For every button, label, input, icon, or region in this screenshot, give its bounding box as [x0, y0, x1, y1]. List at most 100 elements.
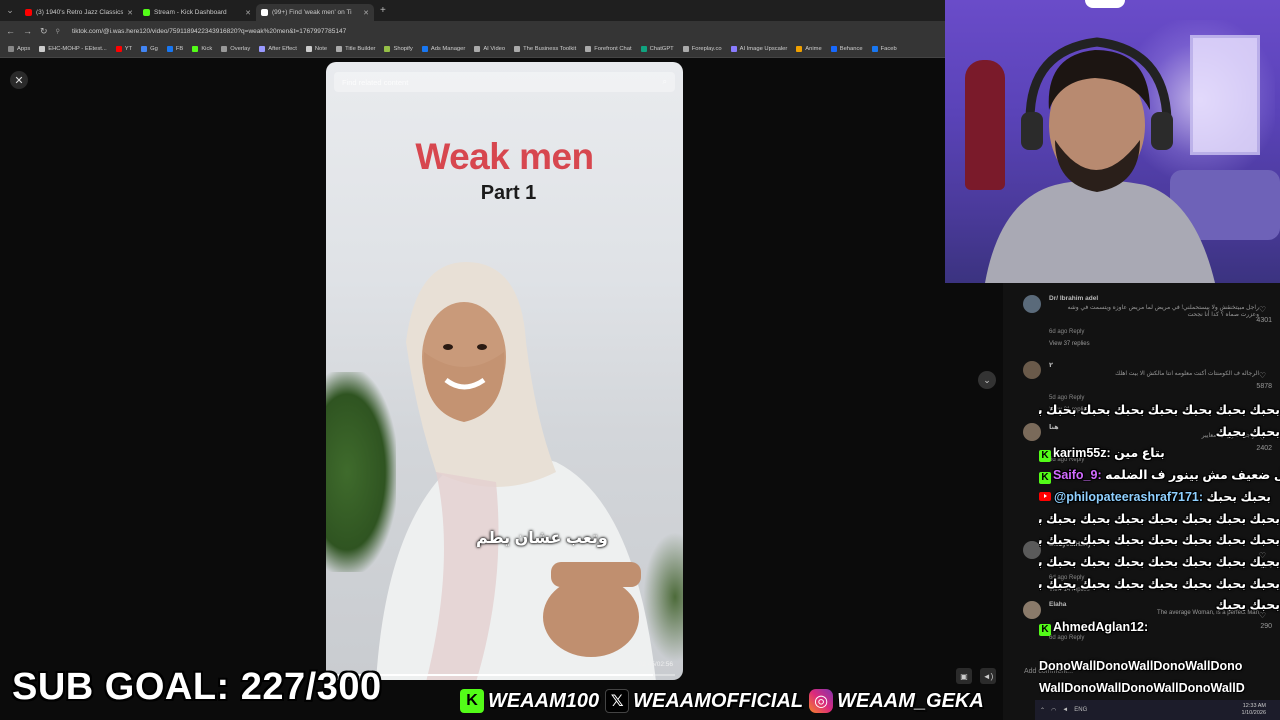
chat-message-text: بحبك بحبك بحبك بحبك بحبك بحبك بحبك بحبك … — [1039, 576, 1280, 591]
x-icon: 𝕏 — [605, 689, 630, 713]
like-count: 4301 — [1256, 317, 1272, 324]
bookmark-label: Gg — [150, 46, 158, 52]
site-info-icon[interactable]: ⚲ — [56, 28, 60, 35]
heart-icon[interactable]: ♡ — [1259, 305, 1266, 314]
browser-tab-bar: ⌄ (3) 1940's Retro Jazz Classics - Y✕Str… — [0, 0, 945, 21]
bookmark-favicon-icon — [192, 46, 199, 52]
bookmark-item[interactable]: AI Video — [474, 46, 505, 52]
windows-taskbar: ⌃ ◠ ◄ ENG 12:33 AM 1/10/2026 — [1035, 700, 1280, 720]
bookmark-item[interactable]: Faceb — [871, 46, 897, 52]
bookmark-item[interactable]: FB — [166, 46, 183, 52]
speaker-icon[interactable]: ◄ — [1062, 707, 1068, 713]
tab-search-icon[interactable]: ⌄ — [0, 5, 20, 16]
bookmark-favicon-icon — [384, 46, 391, 52]
tab-favicon-icon — [25, 9, 32, 16]
bookmark-item[interactable]: The Business Toolkit — [514, 46, 576, 52]
bookmark-favicon-icon — [871, 46, 878, 52]
browser-tab[interactable]: Stream - Kick Dashboard ✕ — [138, 4, 256, 21]
scroll-down-icon[interactable]: ⌄ — [978, 371, 996, 389]
tab-label: Stream - Kick Dashboard — [154, 9, 227, 16]
tab-close-icon[interactable]: ✕ — [245, 9, 251, 17]
bookmark-favicon-icon — [115, 46, 122, 52]
bookmark-label: The Business Toolkit — [523, 46, 577, 52]
bookmark-label: ChatGPT — [649, 46, 674, 52]
bookmark-item[interactable]: Overlay — [221, 46, 250, 52]
back-icon[interactable]: ← — [6, 26, 15, 36]
clock-time: 12:33 AM — [1242, 703, 1266, 709]
chat-message: Kkarim55z: بتاع مين — [1039, 443, 1280, 465]
bookmark-item[interactable]: Apps — [8, 46, 30, 52]
video-player[interactable]: Find related content ⌕ Weak men Part 1 و… — [326, 62, 683, 680]
wifi-icon[interactable]: ◠ — [1051, 707, 1056, 714]
clock-date: 1/10/2026 — [1241, 710, 1266, 716]
chat-message: @philopateerashraf7171: بحبك بحبك — [1039, 487, 1280, 509]
reload-icon[interactable]: ↻ — [40, 26, 48, 37]
bookmark-item[interactable]: Ads Manager — [421, 46, 465, 52]
social-handle-text: WEAAM_GEKA — [837, 689, 984, 712]
bookmark-label: YT — [124, 46, 133, 52]
social-handle-text: WEAAMOFFICIAL — [633, 689, 804, 712]
chat-message: KSaifo_9: راجل ضعيف مش بينور ف الضلمه — [1039, 465, 1280, 487]
forward-icon[interactable]: → — [23, 26, 32, 36]
bookmark-item[interactable]: ChatGPT — [640, 46, 674, 52]
browser-tab[interactable]: (3) 1940's Retro Jazz Classics - Y✕ — [20, 4, 138, 21]
bookmark-item[interactable]: Kick — [192, 46, 212, 52]
stream-chat-overlay: بحبك بحبك بحبك بحبك بحبك بحبك بحبك بحبك … — [1039, 400, 1280, 639]
bookmark-label: Behance — [839, 46, 863, 52]
new-tab-button[interactable]: + — [374, 5, 392, 16]
view-replies-link[interactable]: View 37 replies — [1049, 341, 1090, 347]
comment-text: راجل مبيتخنقش ولا بيستحملني! في مريض لما… — [1067, 305, 1259, 318]
chat-message: بحبك بحبك بحبك بحبك بحبك بحبك بحبك بحبك … — [1039, 509, 1280, 531]
video-timecode: 02:45/02:56 — [638, 661, 673, 668]
bookmark-item[interactable]: YT — [115, 46, 133, 52]
bookmark-item[interactable]: Shopify — [384, 46, 413, 52]
bookmark-item[interactable]: AI Image Upscaler — [730, 46, 787, 52]
heart-icon[interactable]: ♡ — [1259, 371, 1266, 380]
bookmark-label: Note — [314, 46, 328, 52]
volume-icon[interactable]: ◄) — [980, 668, 996, 684]
tab-close-icon[interactable]: ✕ — [127, 9, 133, 17]
bookmark-favicon-icon — [8, 46, 14, 52]
browser-tab[interactable]: (99+) Find 'weak men' on Ti ✕ — [256, 4, 374, 21]
tab-label: (3) 1940's Retro Jazz Classics - Y — [36, 9, 124, 16]
kick-badge-icon: K — [1039, 450, 1051, 463]
avatar[interactable] — [1023, 295, 1041, 313]
bookmark-item[interactable]: Gg — [141, 46, 158, 52]
chat-message: K AhmedAglan12: — [1039, 617, 1280, 639]
bookmark-favicon-icon — [682, 46, 689, 52]
bookmark-item[interactable]: Title Builder — [336, 46, 375, 52]
url-field[interactable]: tiktok.com/@i.was.here120/video/75911894… — [72, 28, 346, 35]
woman-in-hijab-image — [376, 262, 656, 680]
like-count: 5878 — [1256, 383, 1272, 390]
bookmark-item[interactable]: Note — [305, 46, 328, 52]
bookmark-item[interactable]: Forefront Chat — [585, 46, 632, 52]
avatar[interactable] — [1023, 361, 1041, 379]
search-related-input[interactable]: Find related content ⌕ — [334, 72, 675, 92]
bookmark-favicon-icon — [336, 46, 343, 52]
chat-username: Saifo_9: — [1053, 468, 1102, 483]
language-indicator[interactable]: ENG — [1074, 707, 1087, 713]
picture-in-picture-icon[interactable]: ▣ — [956, 668, 972, 684]
bookmark-item[interactable]: EHC-MOHP - EEtest... — [39, 46, 107, 52]
chat-message: بحبك بحبك بحبك بحبك بحبك بحبك بحبك بحبك … — [1039, 530, 1280, 552]
bookmark-item[interactable]: After Effect — [259, 46, 297, 52]
comment-meta[interactable]: 6d ago Reply — [1049, 329, 1084, 335]
chat-username: karim55z: — [1053, 446, 1111, 461]
tab-close-icon[interactable]: ✕ — [363, 9, 369, 17]
bookmark-item[interactable]: Behance — [830, 46, 863, 52]
taskbar-clock[interactable]: 12:33 AM 1/10/2026 — [1242, 703, 1266, 717]
chevron-up-icon[interactable]: ⌃ — [1040, 707, 1045, 714]
kick-badge-icon: K — [1039, 624, 1051, 637]
comment-author[interactable]: ٢ — [1049, 361, 1053, 369]
comment-author[interactable]: Dr/ Ibrahim adel — [1049, 295, 1098, 302]
kick-icon: K — [460, 689, 484, 713]
bookmark-item[interactable]: Foreplay.co — [682, 46, 722, 52]
close-icon[interactable]: ✕ — [10, 71, 28, 89]
comment-item: Dr/ Ibrahim adel راجل مبيتخنقش ولا بيستحم… — [1023, 295, 1278, 351]
chat-message-text: بحبك بحبك — [1215, 424, 1280, 439]
video-progress-bar[interactable] — [334, 674, 675, 676]
bookmark-favicon-icon — [39, 46, 46, 52]
bookmark-favicon-icon — [585, 46, 592, 52]
bookmark-item[interactable]: Anime — [796, 46, 822, 52]
search-icon[interactable]: ⌕ — [663, 77, 667, 87]
